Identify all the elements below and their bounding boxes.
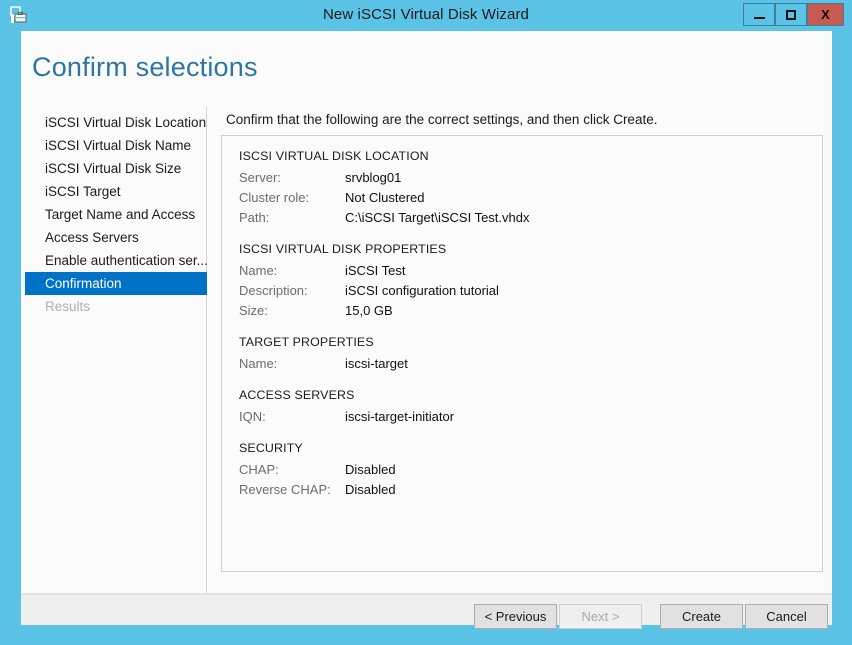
summary-row: Path: C:\iSCSI Target\iSCSI Test.vhdx <box>239 208 822 228</box>
summary-row-label: Size: <box>239 303 268 318</box>
nav-step-target-name-and-access[interactable]: Target Name and Access <box>25 203 207 226</box>
page-title: Confirm selections <box>32 52 258 82</box>
title-bar[interactable]: New iSCSI Virtual Disk Wizard X <box>0 0 852 31</box>
create-button[interactable]: Create <box>660 604 743 629</box>
minimize-button[interactable] <box>743 3 775 26</box>
maximize-icon <box>786 9 796 20</box>
cancel-button[interactable]: Cancel <box>745 604 828 629</box>
summary-row-value: Not Clustered <box>345 190 425 205</box>
next-button: Next > <box>559 604 642 629</box>
summary-section-heading: ACCESS SERVERS <box>239 388 355 402</box>
summary-row-label: Description: <box>239 283 308 298</box>
summary-row: Reverse CHAP: Disabled <box>239 480 822 500</box>
summary-row: Cluster role: Not Clustered <box>239 188 822 208</box>
confirmation-summary-panel: ISCSI VIRTUAL DISK LOCATION Server: srvblo… <box>221 135 823 572</box>
confirm-instruction-text: Confirm that the following are the corre… <box>226 112 658 127</box>
nav-step-iscsi-target[interactable]: iSCSI Target <box>25 180 207 203</box>
summary-row-value: iSCSI Test <box>345 263 406 278</box>
nav-step-iscsi-virtual-disk-name[interactable]: iSCSI Virtual Disk Name <box>25 134 207 157</box>
summary-row: Size: 15,0 GB <box>239 301 822 321</box>
wizard-footer: < Previous Next > Create Cancel <box>21 594 832 629</box>
maximize-button[interactable] <box>775 3 807 26</box>
nav-step-enable-authentication-ser[interactable]: Enable authentication ser... <box>25 249 207 272</box>
window-title: New iSCSI Virtual Disk Wizard <box>322 6 529 23</box>
summary-row-value: C:\iSCSI Target\iSCSI Test.vhdx <box>345 210 530 225</box>
summary-row: Description: iSCSI configuration tutorial <box>239 281 822 301</box>
summary-section-heading: SECURITY <box>239 441 303 455</box>
nav-step-confirmation[interactable]: Confirmation <box>25 272 207 295</box>
minimize-icon <box>753 16 765 19</box>
summary-section-heading: ISCSI VIRTUAL DISK PROPERTIES <box>239 242 447 256</box>
close-button[interactable]: X <box>807 3 844 26</box>
summary-section-heading: ISCSI VIRTUAL DISK LOCATION <box>239 149 429 163</box>
summary-row-value: iSCSI configuration tutorial <box>345 283 499 298</box>
wizard-window: New iSCSI Virtual Disk Wizard X Confirm … <box>0 0 852 645</box>
summary-row-value: iscsi-target-initiator <box>345 409 455 424</box>
nav-step-iscsi-virtual-disk-location[interactable]: iSCSI Virtual Disk Location <box>25 111 207 134</box>
summary-row-label: Name: <box>239 356 278 371</box>
summary-row-label: Cluster role: <box>239 190 310 205</box>
wizard-client-area: Confirm selections iSCSI Virtual Disk Lo… <box>21 31 832 629</box>
summary-row-label: Reverse CHAP: <box>239 482 331 497</box>
nav-step-iscsi-virtual-disk-size[interactable]: iSCSI Virtual Disk Size <box>25 157 207 180</box>
summary-row-label: IQN: <box>239 409 266 424</box>
summary-section-heading: TARGET PROPERTIES <box>239 335 374 349</box>
summary-row-value: Disabled <box>345 462 396 477</box>
summary-section-access-servers: ACCESS SERVERS IQN: iscsi-target-initiator <box>239 388 822 427</box>
summary-section-iscsi-virtual-disk-location: ISCSI VIRTUAL DISK LOCATION Server: srvblo… <box>239 149 822 228</box>
summary-row: Name: iSCSI Test <box>239 261 822 281</box>
summary-row-label: CHAP: <box>239 462 279 477</box>
summary-row: Name: iscsi-target <box>239 354 822 374</box>
summary-row-label: Server: <box>239 170 281 185</box>
summary-row-value: srvblog01 <box>345 170 402 185</box>
summary-row-label: Name: <box>239 263 278 278</box>
summary-row-value: iscsi-target <box>345 356 408 371</box>
summary-section-security: SECURITY CHAP: Disabled Reverse CHAP: Disabl… <box>239 441 822 500</box>
summary-section-target-properties: TARGET PROPERTIES Name: iscsi-target <box>239 335 822 374</box>
summary-section-iscsi-virtual-disk-properties: ISCSI VIRTUAL DISK PROPERTIES Name: iSCSI … <box>239 242 822 321</box>
summary-row: CHAP: Disabled <box>239 460 822 480</box>
nav-step-results: Results <box>45 299 91 314</box>
nav-step-access-servers[interactable]: Access Servers <box>25 226 207 249</box>
previous-button[interactable]: < Previous <box>474 604 557 629</box>
summary-row-value: 15,0 GB <box>345 303 393 318</box>
wizard-step-nav: iSCSI Virtual Disk Location iSCSI Virtual… <box>25 111 207 318</box>
summary-row: IQN: iscsi-target-initiator <box>239 407 822 427</box>
summary-row-label: Path: <box>239 210 270 225</box>
summary-row-value: Disabled <box>345 482 396 497</box>
summary-row: Server: srvblog01 <box>239 168 822 188</box>
